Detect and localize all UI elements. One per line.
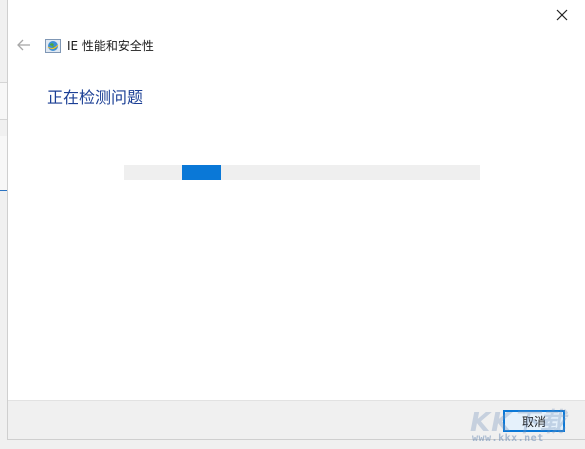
back-arrow-icon — [17, 39, 30, 51]
progress-bar — [124, 165, 480, 180]
close-icon — [556, 9, 568, 21]
progress-indicator — [182, 165, 221, 180]
back-button[interactable] — [16, 37, 32, 53]
status-heading: 正在检测问题 — [47, 88, 144, 107]
close-button[interactable] — [553, 6, 571, 24]
window-title: IE 性能和安全性 — [67, 39, 154, 53]
watermark-url: www.kkx.net — [472, 433, 544, 444]
ie-globe-icon — [45, 38, 61, 54]
troubleshooter-window: IE 性能和安全性 正在检测问题 取消 — [7, 0, 585, 440]
